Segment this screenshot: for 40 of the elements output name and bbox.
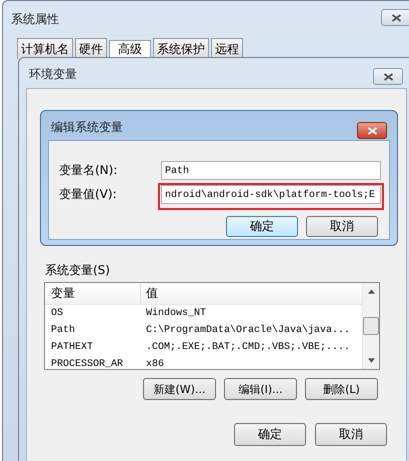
- close-icon: [366, 126, 378, 134]
- window-title: 系统属性: [11, 11, 59, 28]
- tab[interactable]: 系统保护: [153, 38, 209, 59]
- table-cell-text: Windows_NT: [145, 306, 208, 321]
- variable-list[interactable]: 变量 值 OS Windows_NT Path C:\ProgramData\Oracle\Java\java... PATHEXT .COM;.EXE;.BAT;.CMD;.VBS;.VBE;.... PROCESSOR_AR x86: [44, 282, 380, 370]
- tab[interactable]: 计算机名: [17, 38, 73, 59]
- dialog-button[interactable]: 取消: [306, 216, 378, 237]
- window-title: 编辑系统变量: [51, 119, 123, 136]
- dialog-button[interactable]: 取消: [315, 423, 387, 446]
- field-label: 变量值(V):: [58, 186, 118, 202]
- table-cell-text: Path: [50, 324, 76, 338]
- scroll-thumb[interactable]: [363, 317, 379, 335]
- dialog-button[interactable]: 新建(W)...: [143, 378, 216, 400]
- close-button[interactable]: [381, 9, 409, 26]
- table-cell-text: PROCESSOR_AR: [50, 358, 124, 369]
- table-cell-text: .COM;.EXE;.BAT;.CMD;.VBS;.VBE;....: [145, 341, 352, 355]
- column-header[interactable]: 变量: [45, 283, 141, 304]
- input-field[interactable]: ndroid\android-sdk\platform-tools;E: [161, 184, 381, 204]
- table-cell-text: C:\ProgramData\Oracle\Java\java...: [145, 324, 352, 338]
- window-title: 环境变量: [29, 66, 77, 83]
- scroll-bar[interactable]: [362, 283, 379, 369]
- table-cell-text: x86: [145, 358, 166, 369]
- table-cell-text: OS: [50, 307, 64, 321]
- column-header[interactable]: 值: [141, 283, 362, 304]
- tab[interactable]: 硬件: [75, 38, 107, 59]
- dialog-button[interactable]: 确定: [226, 216, 298, 237]
- close-icon: [390, 14, 402, 22]
- group-label: 系统变量(S): [45, 262, 111, 278]
- dialog-button[interactable]: 编辑(I)...: [224, 378, 297, 400]
- close-button[interactable]: [373, 68, 403, 85]
- close-button[interactable]: [357, 122, 387, 139]
- field-label: 变量名(N):: [58, 162, 118, 178]
- input-field[interactable]: Path: [161, 160, 381, 180]
- up-arrow-icon: [368, 289, 374, 294]
- dialog-button[interactable]: 删除(L): [305, 378, 378, 400]
- down-arrow-icon: [368, 358, 374, 363]
- close-icon: [382, 72, 394, 80]
- tab[interactable]: 远程: [211, 38, 243, 59]
- dialog-button[interactable]: 确定: [234, 423, 306, 446]
- table-cell-text: PATHEXT: [50, 341, 94, 355]
